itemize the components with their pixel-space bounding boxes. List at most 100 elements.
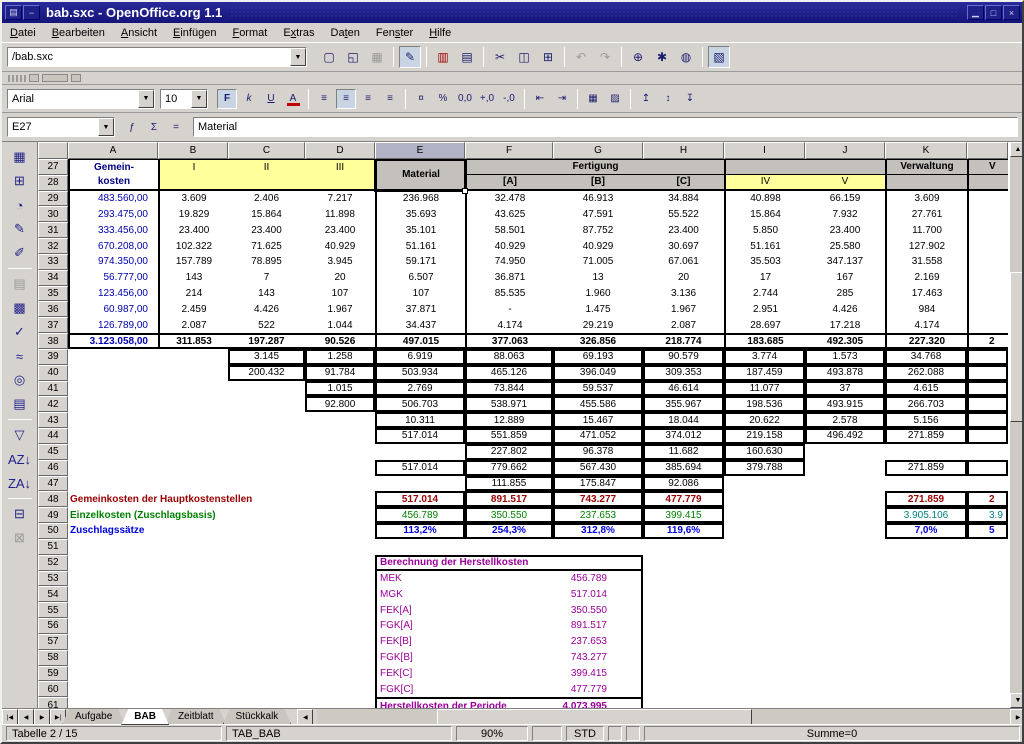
row-header-38[interactable]: 38	[38, 333, 68, 349]
column-header-E[interactable]: E	[375, 142, 465, 159]
cell-K34[interactable]: 2.169	[885, 270, 967, 286]
background-color-icon[interactable]: ▨	[605, 89, 625, 109]
cell-F34[interactable]: 36.871	[465, 270, 553, 286]
cell-E33[interactable]: 59.171	[375, 254, 465, 270]
cell-K44[interactable]: 271.859	[885, 428, 967, 444]
delete-decimal-icon[interactable]: -,0	[499, 89, 519, 109]
cell-H35[interactable]: 3.136	[643, 286, 724, 302]
cell-C38[interactable]: 197.287	[228, 333, 305, 349]
cell-D30[interactable]: 11.898	[305, 206, 375, 222]
cell-I39[interactable]: 3.774	[724, 349, 805, 365]
cell-G46[interactable]: 567.430	[553, 460, 643, 476]
cell-F27[interactable]: Fertigung	[465, 159, 724, 175]
cell-K29[interactable]: 3.609	[885, 191, 967, 207]
cell-D38[interactable]: 90.526	[305, 333, 375, 349]
cell-A38[interactable]: 3.123.058,00	[68, 333, 158, 349]
cell-L33[interactable]	[967, 254, 1008, 270]
gallery-icon[interactable]: ▧	[708, 46, 730, 68]
column-header-J[interactable]: J	[805, 142, 885, 159]
titlebar[interactable]: ▤ − bab.sxc - OpenOffice.org 1.1 ▁ □ ×	[2, 2, 1022, 23]
cell-C32[interactable]: 71.625	[228, 238, 305, 254]
row-header-60[interactable]: 60	[38, 681, 68, 697]
cell-A36[interactable]: 60.987,00	[68, 301, 158, 317]
align-left-icon[interactable]: ≡	[314, 89, 334, 109]
cell-E41[interactable]: 2.769	[375, 381, 465, 397]
cell-L29[interactable]	[967, 191, 1008, 207]
cell-F41[interactable]: 73.844	[465, 381, 553, 397]
cell-E49[interactable]: 456.789	[375, 507, 465, 523]
cell-G53[interactable]: 456.789	[553, 571, 643, 587]
cell-A27[interactable]: Gemein-	[68, 159, 158, 175]
row-header-30[interactable]: 30	[38, 206, 68, 222]
cell-J43[interactable]: 2.578	[805, 412, 885, 428]
scroll-up-icon[interactable]: ▲	[1010, 142, 1024, 157]
insert-icon[interactable]: ▦	[7, 145, 33, 169]
cell-K28[interactable]	[885, 175, 967, 191]
vertical-scrollbar[interactable]: ▲ ▼	[1010, 142, 1024, 708]
cell-G59[interactable]: 399.415	[553, 666, 643, 682]
row-header-47[interactable]: 47	[38, 476, 68, 492]
row-header-44[interactable]: 44	[38, 428, 68, 444]
cell-H30[interactable]: 55.522	[643, 206, 724, 222]
cell-G58[interactable]: 743.277	[553, 650, 643, 666]
select-all-corner[interactable]	[38, 142, 68, 159]
minimize-button[interactable]: ▁	[967, 5, 984, 20]
cell-J33[interactable]: 347.137	[805, 254, 885, 270]
column-header-I[interactable]: I	[724, 142, 805, 159]
cell-J36[interactable]: 4.426	[805, 301, 885, 317]
cell-E32[interactable]: 51.161	[375, 238, 465, 254]
cell-K37[interactable]: 4.174	[885, 317, 967, 333]
cell-H32[interactable]: 30.697	[643, 238, 724, 254]
cell-K50[interactable]: 7,0%	[885, 523, 967, 539]
cell-H50[interactable]: 119,6%	[643, 523, 724, 539]
cell-L48[interactable]: 2	[967, 491, 1008, 507]
increase-indent-icon[interactable]: ⇥	[552, 89, 572, 109]
cell-G39[interactable]: 69.193	[553, 349, 643, 365]
menu-daten[interactable]: Daten	[323, 25, 368, 41]
cut-icon[interactable]: ✂	[489, 46, 511, 68]
percent-format-icon[interactable]: %	[433, 89, 453, 109]
cell-E55[interactable]: FEK[A]	[375, 602, 553, 618]
horizontal-scrollbar[interactable]	[317, 709, 1010, 724]
cell-I33[interactable]: 35.503	[724, 254, 805, 270]
cell-K46[interactable]: 271.859	[885, 460, 967, 476]
row-header-48[interactable]: 48	[38, 491, 68, 507]
tab-prev-icon[interactable]: ◀	[18, 709, 34, 725]
cell-L38[interactable]: 2	[967, 333, 1008, 349]
cell-H29[interactable]: 34.884	[643, 191, 724, 207]
sheet-tab-bab[interactable]: BAB	[121, 709, 169, 725]
cell-G36[interactable]: 1.475	[553, 301, 643, 317]
cell-L42[interactable]	[967, 396, 1008, 412]
cell-B32[interactable]: 102.322	[158, 238, 228, 254]
cell-D28[interactable]	[305, 175, 375, 191]
cell-A29[interactable]: 483.560,00	[68, 191, 158, 207]
cell-G31[interactable]: 87.752	[553, 222, 643, 238]
cell-F40[interactable]: 465.126	[465, 365, 553, 381]
cell-C28[interactable]	[228, 175, 305, 191]
cell-G40[interactable]: 396.049	[553, 365, 643, 381]
cell-H33[interactable]: 67.061	[643, 254, 724, 270]
cell-G28[interactable]: [B]	[553, 175, 643, 191]
cell-E54[interactable]: MGK	[375, 586, 553, 602]
cell-L28[interactable]	[967, 175, 1008, 191]
cell-G32[interactable]: 40.929	[553, 238, 643, 254]
cell-K33[interactable]: 31.558	[885, 254, 967, 270]
column-header-C[interactable]: C	[228, 142, 305, 159]
cell-L27[interactable]: V	[967, 159, 1008, 175]
row-header-40[interactable]: 40	[38, 365, 68, 381]
cell-E37[interactable]: 34.437	[375, 317, 465, 333]
cell-I30[interactable]: 15.864	[724, 206, 805, 222]
cell-G60[interactable]: 477.779	[553, 681, 643, 697]
italic-icon[interactable]: k	[239, 89, 259, 109]
print-icon[interactable]: ▤	[456, 46, 478, 68]
url-combobox[interactable]: /bab.sxc ▼	[7, 47, 307, 67]
cell-E53[interactable]: MEK	[375, 571, 553, 587]
cell-E60[interactable]: FGK[C]	[375, 681, 553, 697]
cell-G29[interactable]: 46.913	[553, 191, 643, 207]
row-header-61[interactable]: 61	[38, 697, 68, 708]
cell-H31[interactable]: 23.400	[643, 222, 724, 238]
cell-K48[interactable]: 271.859	[885, 491, 967, 507]
row-header-37[interactable]: 37	[38, 317, 68, 333]
cell-L50[interactable]: 5	[967, 523, 1008, 539]
cell-L35[interactable]	[967, 286, 1008, 302]
